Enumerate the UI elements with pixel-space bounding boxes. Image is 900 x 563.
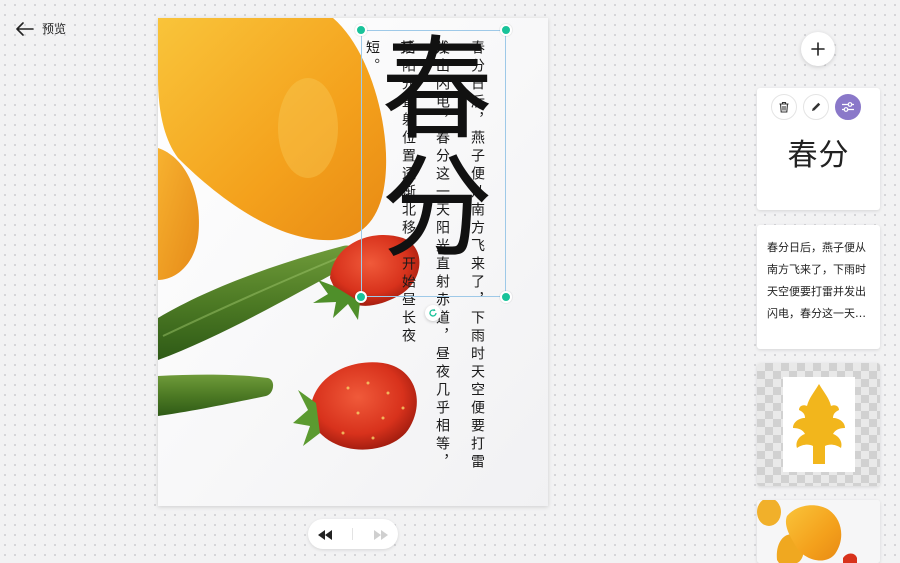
delete-button[interactable] bbox=[771, 94, 797, 120]
photo-thumbnail bbox=[757, 500, 880, 563]
back-label: 预览 bbox=[42, 22, 67, 36]
layer-card-image[interactable] bbox=[757, 363, 880, 486]
layer-toolbar bbox=[771, 94, 861, 120]
layer-card-text[interactable]: 春分日后，燕子便从南方飞来了，下雨时天空便要打雷并发出闪电，春分这一天阳光直射赤… bbox=[757, 225, 880, 349]
plus-icon bbox=[811, 42, 825, 56]
layer-card-text-preview: 春分日后，燕子便从南方飞来了，下雨时天空便要打雷并发出闪电，春分这一天阳光直射赤… bbox=[767, 241, 866, 320]
rotate-icon bbox=[429, 308, 437, 317]
pencil-icon bbox=[812, 102, 821, 111]
rotate-handle[interactable] bbox=[425, 305, 441, 321]
leaf-ornament-icon bbox=[793, 383, 845, 464]
resize-handle-bottom-right[interactable] bbox=[500, 291, 512, 303]
layer-card-photo[interactable] bbox=[757, 500, 880, 563]
fast-forward-icon[interactable] bbox=[373, 525, 388, 544]
pager-divider bbox=[352, 528, 354, 540]
edit-button[interactable] bbox=[803, 94, 829, 120]
adjust-button[interactable] bbox=[835, 94, 861, 120]
resize-handle-top-right[interactable] bbox=[500, 24, 512, 36]
layer-card-title[interactable]: 春分 bbox=[757, 88, 880, 210]
resize-handle-top-left[interactable] bbox=[355, 24, 367, 36]
poster-canvas[interactable]: 春分日后，燕子便从南方飞来了，下雨时天空便要打雷并 发出闪电，春分这一天阳光直射… bbox=[158, 18, 548, 506]
add-layer-button[interactable] bbox=[801, 32, 835, 66]
layer-card-title-text: 春分 bbox=[787, 138, 850, 173]
rewind-icon[interactable] bbox=[318, 525, 333, 544]
back-button[interactable]: 预览 bbox=[16, 20, 66, 37]
arrow-left-icon bbox=[16, 21, 34, 36]
image-thumbnail bbox=[783, 377, 855, 472]
trash-icon bbox=[779, 101, 789, 113]
poster-title[interactable]: 春分 bbox=[362, 30, 492, 266]
sliders-icon bbox=[842, 102, 854, 112]
resize-handle-bottom-left[interactable] bbox=[355, 291, 367, 303]
page-navigator bbox=[308, 519, 398, 549]
